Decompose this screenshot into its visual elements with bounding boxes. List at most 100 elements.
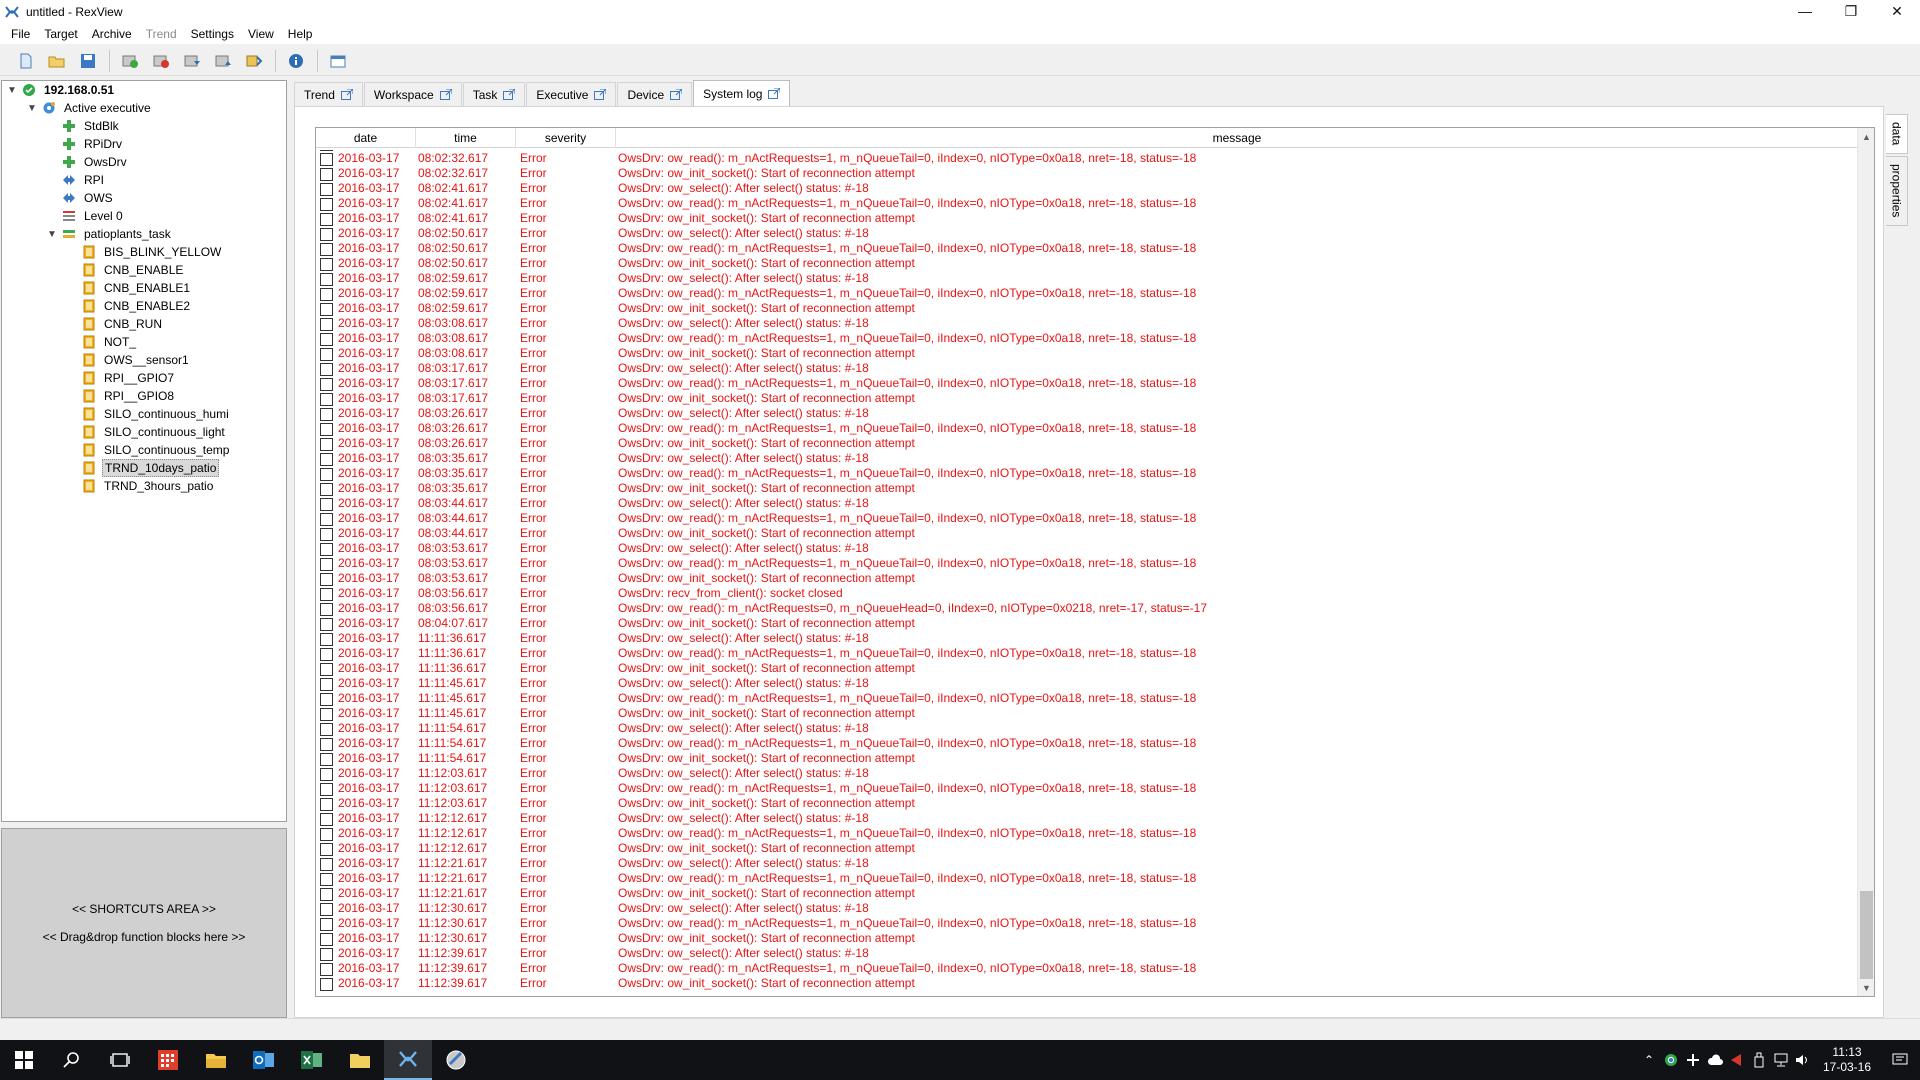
log-row[interactable]: 2016-03-17 08:02:41.617 Error OwsDrv: ow_se… xyxy=(316,181,1858,196)
log-row[interactable]: 2016-03-17 11:11:36.617 Error OwsDrv: ow_in… xyxy=(316,661,1858,676)
window-icon[interactable] xyxy=(326,49,350,73)
upload-icon[interactable] xyxy=(211,49,235,73)
log-row[interactable]: 2016-03-17 08:03:17.617 Error OwsDrv: ow_se… xyxy=(316,361,1858,376)
log-row[interactable]: 2016-03-17 11:12:12.617 Error OwsDrv: ow_in… xyxy=(316,841,1858,856)
side-tab-properties[interactable]: properties xyxy=(1886,156,1908,226)
tree-node-block[interactable]: CNB_ENABLE xyxy=(82,261,185,279)
log-row[interactable]: 2016-03-17 08:02:59.617 Error OwsDrv: ow_re… xyxy=(316,286,1858,301)
column-header-message[interactable]: message xyxy=(616,128,1858,148)
row-checkbox[interactable] xyxy=(320,963,333,976)
row-checkbox[interactable] xyxy=(320,483,333,496)
log-row[interactable]: 2016-03-17 08:03:56.617 Error OwsDrv: recv_… xyxy=(316,586,1858,601)
log-row[interactable]: 2016-03-17 08:03:53.617 Error OwsDrv: ow_in… xyxy=(316,571,1858,586)
scroll-thumb[interactable] xyxy=(1860,891,1873,979)
log-row[interactable]: 2016-03-17 08:03:35.617 Error OwsDrv: ow_se… xyxy=(316,451,1858,466)
volume-icon[interactable] xyxy=(1792,1040,1814,1080)
row-checkbox[interactable] xyxy=(320,348,333,361)
log-row[interactable]: 2016-03-17 11:11:54.617 Error OwsDrv: ow_se… xyxy=(316,721,1858,736)
task-view-icon[interactable] xyxy=(96,1040,144,1080)
row-checkbox[interactable] xyxy=(320,168,333,181)
compile-icon[interactable] xyxy=(242,49,266,73)
log-row[interactable]: 2016-03-17 08:03:08.617 Error OwsDrv: ow_se… xyxy=(316,316,1858,331)
log-row[interactable]: 2016-03-17 08:02:41.617 Error OwsDrv: ow_in… xyxy=(316,211,1858,226)
row-checkbox[interactable] xyxy=(320,618,333,631)
tree-node-stdblk[interactable]: StdBlk xyxy=(62,117,121,135)
log-row[interactable]: 2016-03-17 08:02:50.617 Error OwsDrv: ow_in… xyxy=(316,256,1858,271)
menu-help[interactable]: Help xyxy=(281,24,320,44)
popout-icon[interactable] xyxy=(503,89,516,100)
row-checkbox[interactable] xyxy=(320,783,333,796)
tree-node-rpi[interactable]: RPI xyxy=(62,171,106,189)
log-row[interactable]: 2016-03-17 11:12:30.617 Error OwsDrv: ow_re… xyxy=(316,916,1858,931)
tree-node-ows[interactable]: OWS xyxy=(62,189,115,207)
tree-node-block[interactable]: RPI__GPIO7 xyxy=(82,369,176,387)
menu-target[interactable]: Target xyxy=(37,24,84,44)
row-checkbox[interactable] xyxy=(320,243,333,256)
tree-node-rpidrv[interactable]: RPiDrv xyxy=(62,135,124,153)
column-header-severity[interactable]: severity xyxy=(516,128,616,148)
row-checkbox[interactable] xyxy=(320,288,333,301)
popout-icon[interactable] xyxy=(340,89,353,100)
restore-button[interactable]: ❐ xyxy=(1828,0,1874,22)
log-row[interactable]: 2016-03-17 08:03:44.617 Error OwsDrv: ow_re… xyxy=(316,511,1858,526)
shield-alert-icon[interactable] xyxy=(1726,1040,1748,1080)
row-checkbox[interactable] xyxy=(320,873,333,886)
log-row[interactable]: 2016-03-17 08:02:32.617 Error OwsDrv: ow_re… xyxy=(316,151,1858,166)
popout-icon[interactable] xyxy=(594,89,607,100)
new-file-icon[interactable] xyxy=(14,49,38,73)
info-icon[interactable] xyxy=(284,49,308,73)
row-checkbox[interactable] xyxy=(320,828,333,841)
excel-icon[interactable] xyxy=(288,1040,336,1080)
row-checkbox[interactable] xyxy=(320,678,333,691)
tree-node-level-0[interactable]: Level 0 xyxy=(62,207,125,225)
tree-node-block[interactable]: SILO_continuous_humi xyxy=(82,405,231,423)
minimize-button[interactable]: — xyxy=(1782,0,1828,22)
tree-node-block[interactable]: CNB_ENABLE1 xyxy=(82,279,192,297)
log-row[interactable]: 2016-03-17 08:03:35.617 Error OwsDrv: ow_re… xyxy=(316,466,1858,481)
tree-node-block-selected[interactable]: TRND_10days_patio xyxy=(82,459,220,477)
log-row[interactable]: 2016-03-17 11:11:45.617 Error OwsDrv: ow_se… xyxy=(316,676,1858,691)
row-checkbox[interactable] xyxy=(320,813,333,826)
log-row[interactable]: 2016-03-17 08:03:44.617 Error OwsDrv: ow_se… xyxy=(316,496,1858,511)
scroll-down-icon[interactable]: ▼ xyxy=(1858,979,1874,996)
row-checkbox[interactable] xyxy=(320,543,333,556)
log-row[interactable]: 2016-03-17 11:11:36.617 Error OwsDrv: ow_se… xyxy=(316,631,1858,646)
log-row[interactable]: 2016-03-17 08:03:26.617 Error OwsDrv: ow_se… xyxy=(316,406,1858,421)
row-checkbox[interactable] xyxy=(320,528,333,541)
chevron-up-icon[interactable]: ⌃ xyxy=(1638,1040,1660,1080)
row-checkbox[interactable] xyxy=(320,663,333,676)
usb-icon[interactable] xyxy=(1748,1040,1770,1080)
row-checkbox[interactable] xyxy=(320,753,333,766)
log-row[interactable]: 2016-03-17 08:02:59.617 Error OwsDrv: ow_in… xyxy=(316,301,1858,316)
tab-trend[interactable]: Trend xyxy=(294,82,363,106)
popout-icon[interactable] xyxy=(768,88,781,99)
shortcuts-area[interactable]: << SHORTCUTS AREA >> << Drag&drop functi… xyxy=(1,828,287,1018)
rexview-icon[interactable] xyxy=(384,1040,432,1080)
column-header-time[interactable]: time xyxy=(416,128,516,148)
log-row[interactable]: 2016-03-17 08:03:08.617 Error OwsDrv: ow_re… xyxy=(316,331,1858,346)
log-row[interactable]: 2016-03-17 11:11:45.617 Error OwsDrv: ow_in… xyxy=(316,706,1858,721)
row-checkbox[interactable] xyxy=(320,333,333,346)
row-checkbox[interactable] xyxy=(320,453,333,466)
row-checkbox[interactable] xyxy=(320,918,333,931)
row-checkbox[interactable] xyxy=(320,258,333,271)
connect-icon[interactable] xyxy=(118,49,142,73)
log-row[interactable]: 2016-03-17 08:02:59.617 Error OwsDrv: ow_se… xyxy=(316,271,1858,286)
tree-node-target[interactable]: ▼ 192.168.0.51 xyxy=(6,81,116,99)
tab-workspace[interactable]: Workspace xyxy=(363,82,462,106)
tree-node-block[interactable]: CNB_ENABLE2 xyxy=(82,297,192,315)
row-checkbox[interactable] xyxy=(320,468,333,481)
menu-trend[interactable]: Trend xyxy=(139,24,184,44)
cloud-icon[interactable] xyxy=(1704,1040,1726,1080)
notification-icon[interactable] xyxy=(1880,1040,1920,1080)
calendar-app-icon[interactable] xyxy=(144,1040,192,1080)
row-checkbox[interactable] xyxy=(320,213,333,226)
row-checkbox[interactable] xyxy=(320,768,333,781)
tree-node-active-executive[interactable]: ▼ Active executive xyxy=(26,99,153,117)
log-row[interactable]: 2016-03-17 11:11:54.617 Error OwsDrv: ow_in… xyxy=(316,751,1858,766)
log-row[interactable]: 2016-03-17 11:12:03.617 Error OwsDrv: ow_in… xyxy=(316,796,1858,811)
vertical-scrollbar[interactable]: ▲ ▼ xyxy=(1857,128,1874,996)
log-row[interactable]: 2016-03-17 08:04:07.617 Error OwsDrv: ow_in… xyxy=(316,616,1858,631)
expand-chevron-icon[interactable]: ▼ xyxy=(6,85,18,96)
expand-chevron-icon[interactable]: ▼ xyxy=(46,229,58,240)
